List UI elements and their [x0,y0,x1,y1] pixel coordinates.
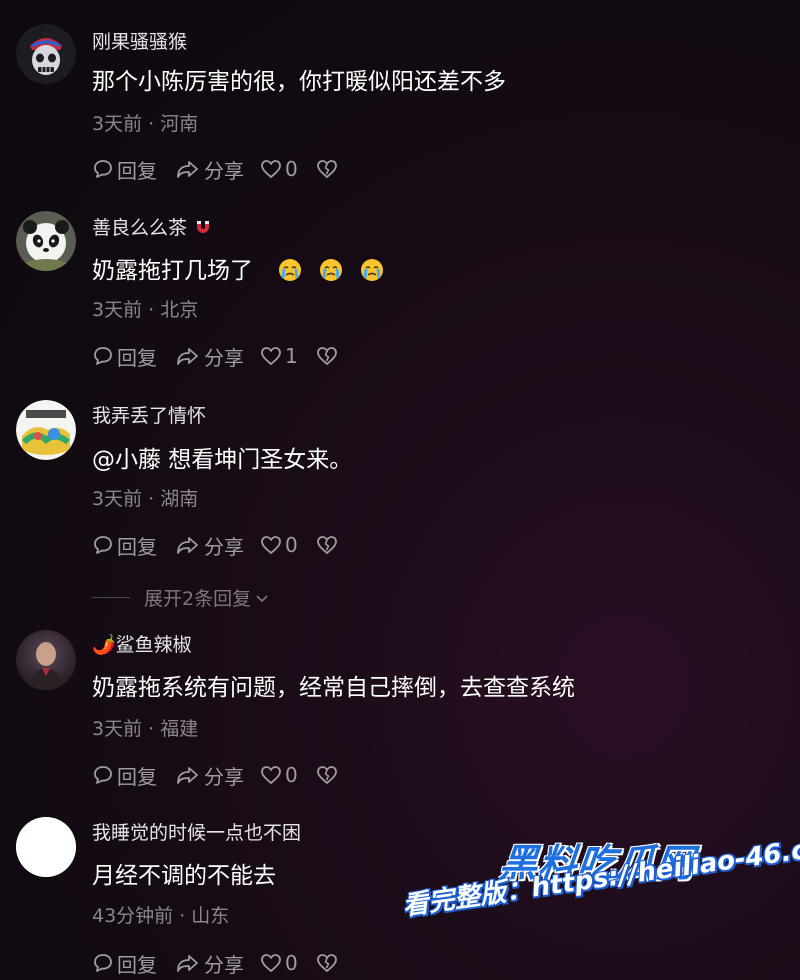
like-count: 1 [285,344,298,368]
like-button[interactable]: 1 [260,344,298,368]
like-button[interactable]: 0 [260,157,298,181]
crying-face-icon [319,259,342,281]
skull-monkey-avatar-icon [16,24,76,84]
share-arrow-icon [177,537,198,554]
heart-icon [261,766,281,784]
share-button[interactable]: 分享 [175,342,244,371]
comment-text-content: 奶露拖打几场了 [92,258,253,284]
comment-meta: 3天前 · 河南 [92,113,199,135]
share-button[interactable]: 分享 [175,531,244,560]
broken-heart-icon [316,954,337,972]
reply-label: 回复 [117,534,157,559]
reply-button[interactable]: 回复 [92,761,157,790]
comment-text: @小藤 想看坤门圣女来。 [92,447,353,473]
reply-button[interactable]: 回复 [92,531,157,560]
chevron-down-icon [256,594,268,602]
broken-heart-icon [316,766,337,784]
broken-heart-icon [316,536,337,554]
share-arrow-icon [177,161,198,178]
share-arrow-icon [177,767,198,784]
comment-text: 月经不调的不能去 [92,863,276,889]
reply-label: 回复 [117,952,157,977]
share-button[interactable]: 分享 [175,155,244,184]
broken-heart-icon [316,160,337,178]
crying-face-icon [361,259,384,281]
comment-actions: 回复 分享 1 [92,342,338,371]
comment-actions: 回复 分享 0 [92,155,338,184]
reply-bubble-icon [94,536,112,554]
dislike-button[interactable] [316,764,338,786]
avatar[interactable] [16,400,76,460]
reply-label: 回复 [117,345,157,370]
reply-label: 回复 [117,764,157,789]
like-count: 0 [285,533,298,557]
share-label: 分享 [204,764,244,789]
like-count: 0 [285,157,298,181]
share-label: 分享 [204,345,244,370]
dislike-button[interactable] [316,952,338,974]
like-button[interactable]: 0 [260,533,298,557]
like-button[interactable]: 0 [260,951,298,975]
share-label: 分享 [204,952,244,977]
reply-button[interactable]: 回复 [92,342,157,371]
expand-divider [92,597,130,598]
panda-avatar-icon [16,211,76,271]
comment-username[interactable]: 我弄丢了情怀 [92,404,206,428]
expand-replies-button[interactable]: 展开2条回复 [92,584,271,611]
comment-username[interactable]: 我睡觉的时候一点也不困 [92,821,301,845]
comment-text: 奶露拖系统有问题，经常自己摔倒，去查查系统 [92,675,575,701]
comment-meta: 3天前 · 湖南 [92,488,199,510]
avatar[interactable] [16,24,76,84]
broken-heart-icon [316,347,337,365]
person-photo-avatar-icon [16,630,76,690]
share-label: 分享 [204,534,244,559]
share-label: 分享 [204,158,244,183]
like-button[interactable]: 0 [260,763,298,787]
avatar[interactable] [16,211,76,271]
comment-meta: 3天前 · 福建 [92,718,199,740]
comment-text: 那个小陈厉害的很，你打暖似阳还差不多 [92,69,506,95]
share-arrow-icon [177,348,198,365]
heart-icon [261,160,281,178]
heart-icon [261,536,281,554]
cartoon-avatar-icon [16,400,76,460]
like-count: 0 [285,763,298,787]
reply-label: 回复 [117,158,157,183]
comment-text: 奶露拖打几场了 [92,256,394,286]
comment-username[interactable]: 🌶️鲨鱼辣椒 [92,633,192,657]
comment-actions: 回复 分享 0 [92,949,338,978]
reply-button[interactable]: 回复 [92,155,157,184]
reply-bubble-icon [94,954,112,972]
dislike-button[interactable] [316,345,338,367]
comment-username[interactable]: 刚果骚骚猴 [92,30,187,54]
comment-username[interactable]: 善良么么茶 [92,216,213,240]
share-button[interactable]: 分享 [175,761,244,790]
comment-actions: 回复 分享 0 [92,531,338,560]
comment-actions: 回复 分享 0 [92,761,338,790]
magnet-icon [197,221,210,233]
comment-meta: 43分钟前 · 山东 [92,905,230,927]
avatar[interactable] [16,630,76,690]
reply-bubble-icon [94,766,112,784]
watermark: 黑料吃瓜网 看完整版：https://heiliao-46.com [396,829,800,980]
comment-meta: 3天前 · 北京 [92,299,199,321]
like-count: 0 [285,951,298,975]
reply-bubble-icon [94,347,112,365]
avatar[interactable] [16,817,76,877]
reply-button[interactable]: 回复 [92,949,157,978]
crying-face-icon [278,259,301,281]
dislike-button[interactable] [316,158,338,180]
share-arrow-icon [177,955,198,972]
heart-icon [261,347,281,365]
share-button[interactable]: 分享 [175,949,244,978]
dislike-button[interactable] [316,534,338,556]
reply-bubble-icon [94,160,112,178]
blank-white-avatar-icon [16,817,76,877]
heart-icon [261,954,281,972]
username-text: 善良么么茶 [92,217,188,239]
expand-replies-label: 展开2条回复 [144,588,252,610]
